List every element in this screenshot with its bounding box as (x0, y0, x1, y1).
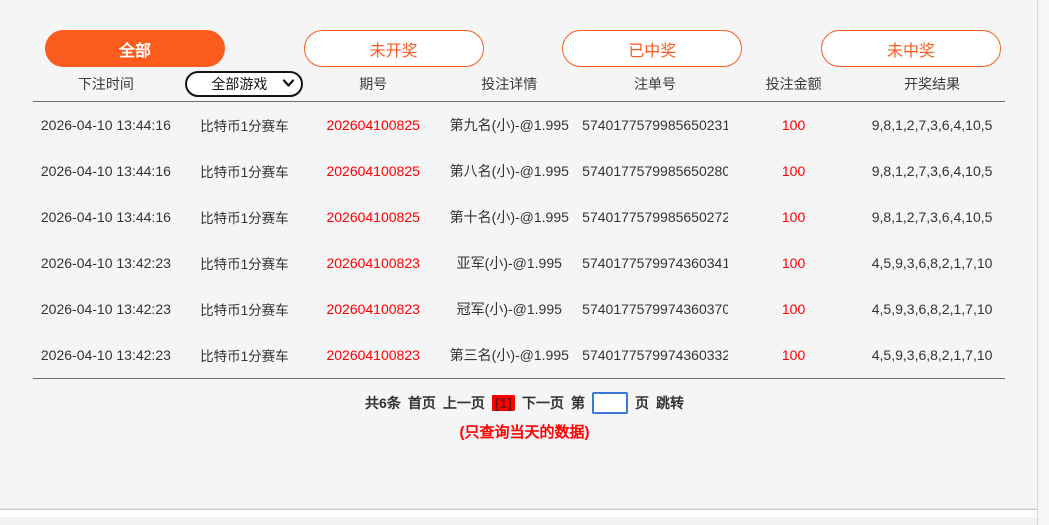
bet-time: 2026-04-10 13:42:23 (33, 255, 179, 271)
bet-amount: 100 (728, 117, 859, 133)
draw-result: 9,8,1,2,7,3,6,4,10,5 (859, 163, 1005, 179)
period-number: 202604100823 (310, 255, 436, 271)
table-row: 2026-04-10 13:44:16 比特币1分赛车 202604100825… (33, 148, 1005, 194)
order-number: 5740177579974360332 (582, 347, 728, 363)
table-row: 2026-04-10 13:44:16 比特币1分赛车 202604100825… (33, 102, 1005, 148)
bet-details: 第十名(小)-@1.995 (436, 207, 582, 227)
bet-records-table: 下注时间 全部游戏 期号 投注详情 注单号 投注金额 开奖结果 2026-04-… (33, 67, 1005, 379)
table-row: 2026-04-10 13:42:23 比特币1分赛车 202604100823… (33, 332, 1005, 378)
table-row: 2026-04-10 13:42:23 比特币1分赛车 202604100823… (33, 286, 1005, 332)
page-number-input[interactable] (592, 392, 628, 414)
next-page-link[interactable]: 下一页 (522, 393, 564, 413)
tab-not-won[interactable]: 未中奖 (821, 30, 1001, 67)
page-label-after: 页 (635, 393, 649, 413)
order-number: 5740177579985650231 (582, 117, 728, 133)
first-page-link[interactable]: 首页 (408, 393, 436, 413)
game-name: 比特币1分赛车 (179, 207, 310, 227)
tab-not-drawn[interactable]: 未开奖 (304, 30, 484, 67)
bet-time: 2026-04-10 13:42:23 (33, 347, 179, 363)
page-label-before: 第 (571, 393, 585, 413)
game-name: 比特币1分赛车 (179, 161, 310, 181)
table-row: 2026-04-10 13:42:23 比特币1分赛车 202604100823… (33, 240, 1005, 286)
header-bet-details: 投注详情 (436, 74, 582, 94)
period-number: 202604100823 (310, 301, 436, 317)
game-filter-wrap: 全部游戏 (185, 71, 303, 97)
bet-amount: 100 (728, 163, 859, 179)
jump-button[interactable]: 跳转 (656, 393, 684, 413)
table-body: 2026-04-10 13:44:16 比特币1分赛车 202604100825… (33, 102, 1005, 379)
bet-records-page: 全部 未开奖 已中奖 未中奖 下注时间 全部游戏 期号 投注详情 注单号 投注金… (0, 0, 1049, 525)
total-count: 共6条 (365, 393, 401, 413)
scrollbar-divider (0, 509, 1049, 510)
draw-result: 9,8,1,2,7,3,6,4,10,5 (859, 209, 1005, 225)
header-bet-amount: 投注金额 (728, 74, 859, 94)
order-number: 5740177579985650272 (582, 209, 728, 225)
today-only-note: (只查询当天的数据) (0, 421, 1049, 442)
order-number: 5740177579974360341 (582, 255, 728, 271)
game-name: 比特币1分赛车 (179, 253, 310, 273)
order-number: 5740177579974360370 (582, 301, 728, 317)
bet-time: 2026-04-10 13:44:16 (33, 117, 179, 133)
header-game-filter: 全部游戏 (179, 71, 310, 97)
table-row: 2026-04-10 13:44:16 比特币1分赛车 202604100825… (33, 194, 1005, 240)
game-name: 比特币1分赛车 (179, 299, 310, 319)
bet-details: 亚军(小)-@1.995 (436, 253, 582, 273)
tab-won[interactable]: 已中奖 (562, 30, 742, 67)
header-bet-time: 下注时间 (33, 74, 179, 94)
game-name: 比特币1分赛车 (179, 115, 310, 135)
period-number: 202604100825 (310, 209, 436, 225)
tab-all[interactable]: 全部 (45, 30, 225, 67)
period-number: 202604100825 (310, 163, 436, 179)
current-page-badge: [1] (492, 395, 515, 411)
bet-amount: 100 (728, 255, 859, 271)
header-draw-result: 开奖结果 (859, 74, 1005, 94)
bet-details: 第九名(小)-@1.995 (436, 115, 582, 135)
game-filter-select[interactable]: 全部游戏 (185, 71, 303, 97)
period-number: 202604100823 (310, 347, 436, 363)
draw-result: 4,5,9,3,6,8,2,1,7,10 (859, 301, 1005, 317)
bet-details: 第八名(小)-@1.995 (436, 161, 582, 181)
bet-time: 2026-04-10 13:44:16 (33, 163, 179, 179)
bet-amount: 100 (728, 301, 859, 317)
horizontal-scrollbar[interactable] (0, 508, 1049, 525)
draw-result: 9,8,1,2,7,3,6,4,10,5 (859, 117, 1005, 133)
header-period: 期号 (310, 74, 436, 94)
header-order-no: 注单号 (582, 74, 728, 94)
period-number: 202604100825 (310, 117, 436, 133)
draw-result: 4,5,9,3,6,8,2,1,7,10 (859, 255, 1005, 271)
game-name: 比特币1分赛车 (179, 345, 310, 365)
table-header-row: 下注时间 全部游戏 期号 投注详情 注单号 投注金额 开奖结果 (33, 67, 1005, 102)
bet-details: 冠军(小)-@1.995 (436, 299, 582, 319)
draw-result: 4,5,9,3,6,8,2,1,7,10 (859, 347, 1005, 363)
bet-time: 2026-04-10 13:42:23 (33, 301, 179, 317)
prev-page-link[interactable]: 上一页 (443, 393, 485, 413)
bet-amount: 100 (728, 209, 859, 225)
bet-amount: 100 (728, 347, 859, 363)
pagination: 共6条 首页 上一页 [1] 下一页 第 页 跳转 (0, 392, 1049, 414)
bet-details: 第三名(小)-@1.995 (436, 345, 582, 365)
order-number: 5740177579985650280 (582, 163, 728, 179)
filter-tabs: 全部 未开奖 已中奖 未中奖 (0, 0, 1049, 67)
vertical-scrollbar[interactable] (1037, 0, 1049, 525)
bet-time: 2026-04-10 13:44:16 (33, 209, 179, 225)
